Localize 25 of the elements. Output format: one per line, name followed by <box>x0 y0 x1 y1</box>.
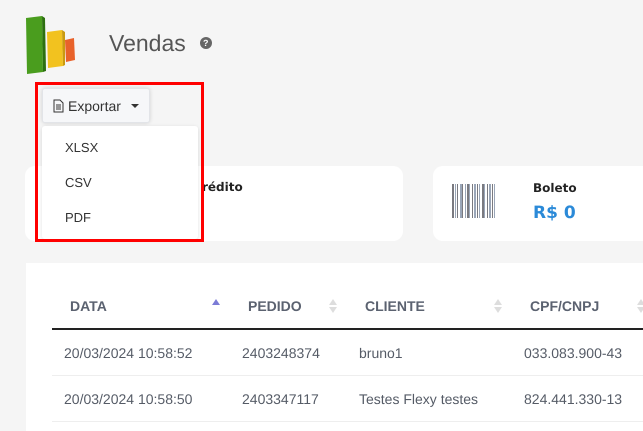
card-label: Boleto <box>533 181 577 195</box>
caret-icon <box>130 104 139 108</box>
table-cell-text: 20/03/2024 10:58:50 <box>63 390 194 406</box>
table-cell-text: 20/03/2024 10:58:52 <box>63 344 194 360</box>
menu-item[interactable]: XLSX <box>42 130 198 165</box>
document-icon <box>53 98 64 112</box>
table-cell-text: bruno1 <box>358 344 404 360</box>
table-cell-text: 033.083.900-43 <box>523 344 624 360</box>
column-header[interactable]: DATA <box>70 298 107 314</box>
menu-item[interactable]: PDF <box>42 200 198 235</box>
table-cell-text: 2403248374 <box>241 344 321 360</box>
card-label: rédito <box>202 180 243 194</box>
export-button[interactable]: Exportar <box>42 88 150 123</box>
column-header[interactable]: CPF/CNPJ <box>530 298 600 314</box>
menu-item[interactable]: CSV <box>42 165 198 200</box>
table-cell-text: Testes Flexy testes <box>358 390 480 406</box>
help-icon[interactable]: ? <box>200 37 212 49</box>
column-header[interactable]: PEDIDO <box>248 298 302 314</box>
column-header[interactable]: CLIENTE <box>365 298 425 314</box>
table-cell-text: 824.441.330-13 <box>523 390 624 406</box>
barcode-icon <box>452 184 495 218</box>
bar-chart-logo <box>24 14 76 76</box>
table-cell-text: 2403347117 <box>241 390 320 406</box>
card-value: R$ 0 <box>533 203 577 223</box>
page-title: Vendas <box>109 30 186 56</box>
